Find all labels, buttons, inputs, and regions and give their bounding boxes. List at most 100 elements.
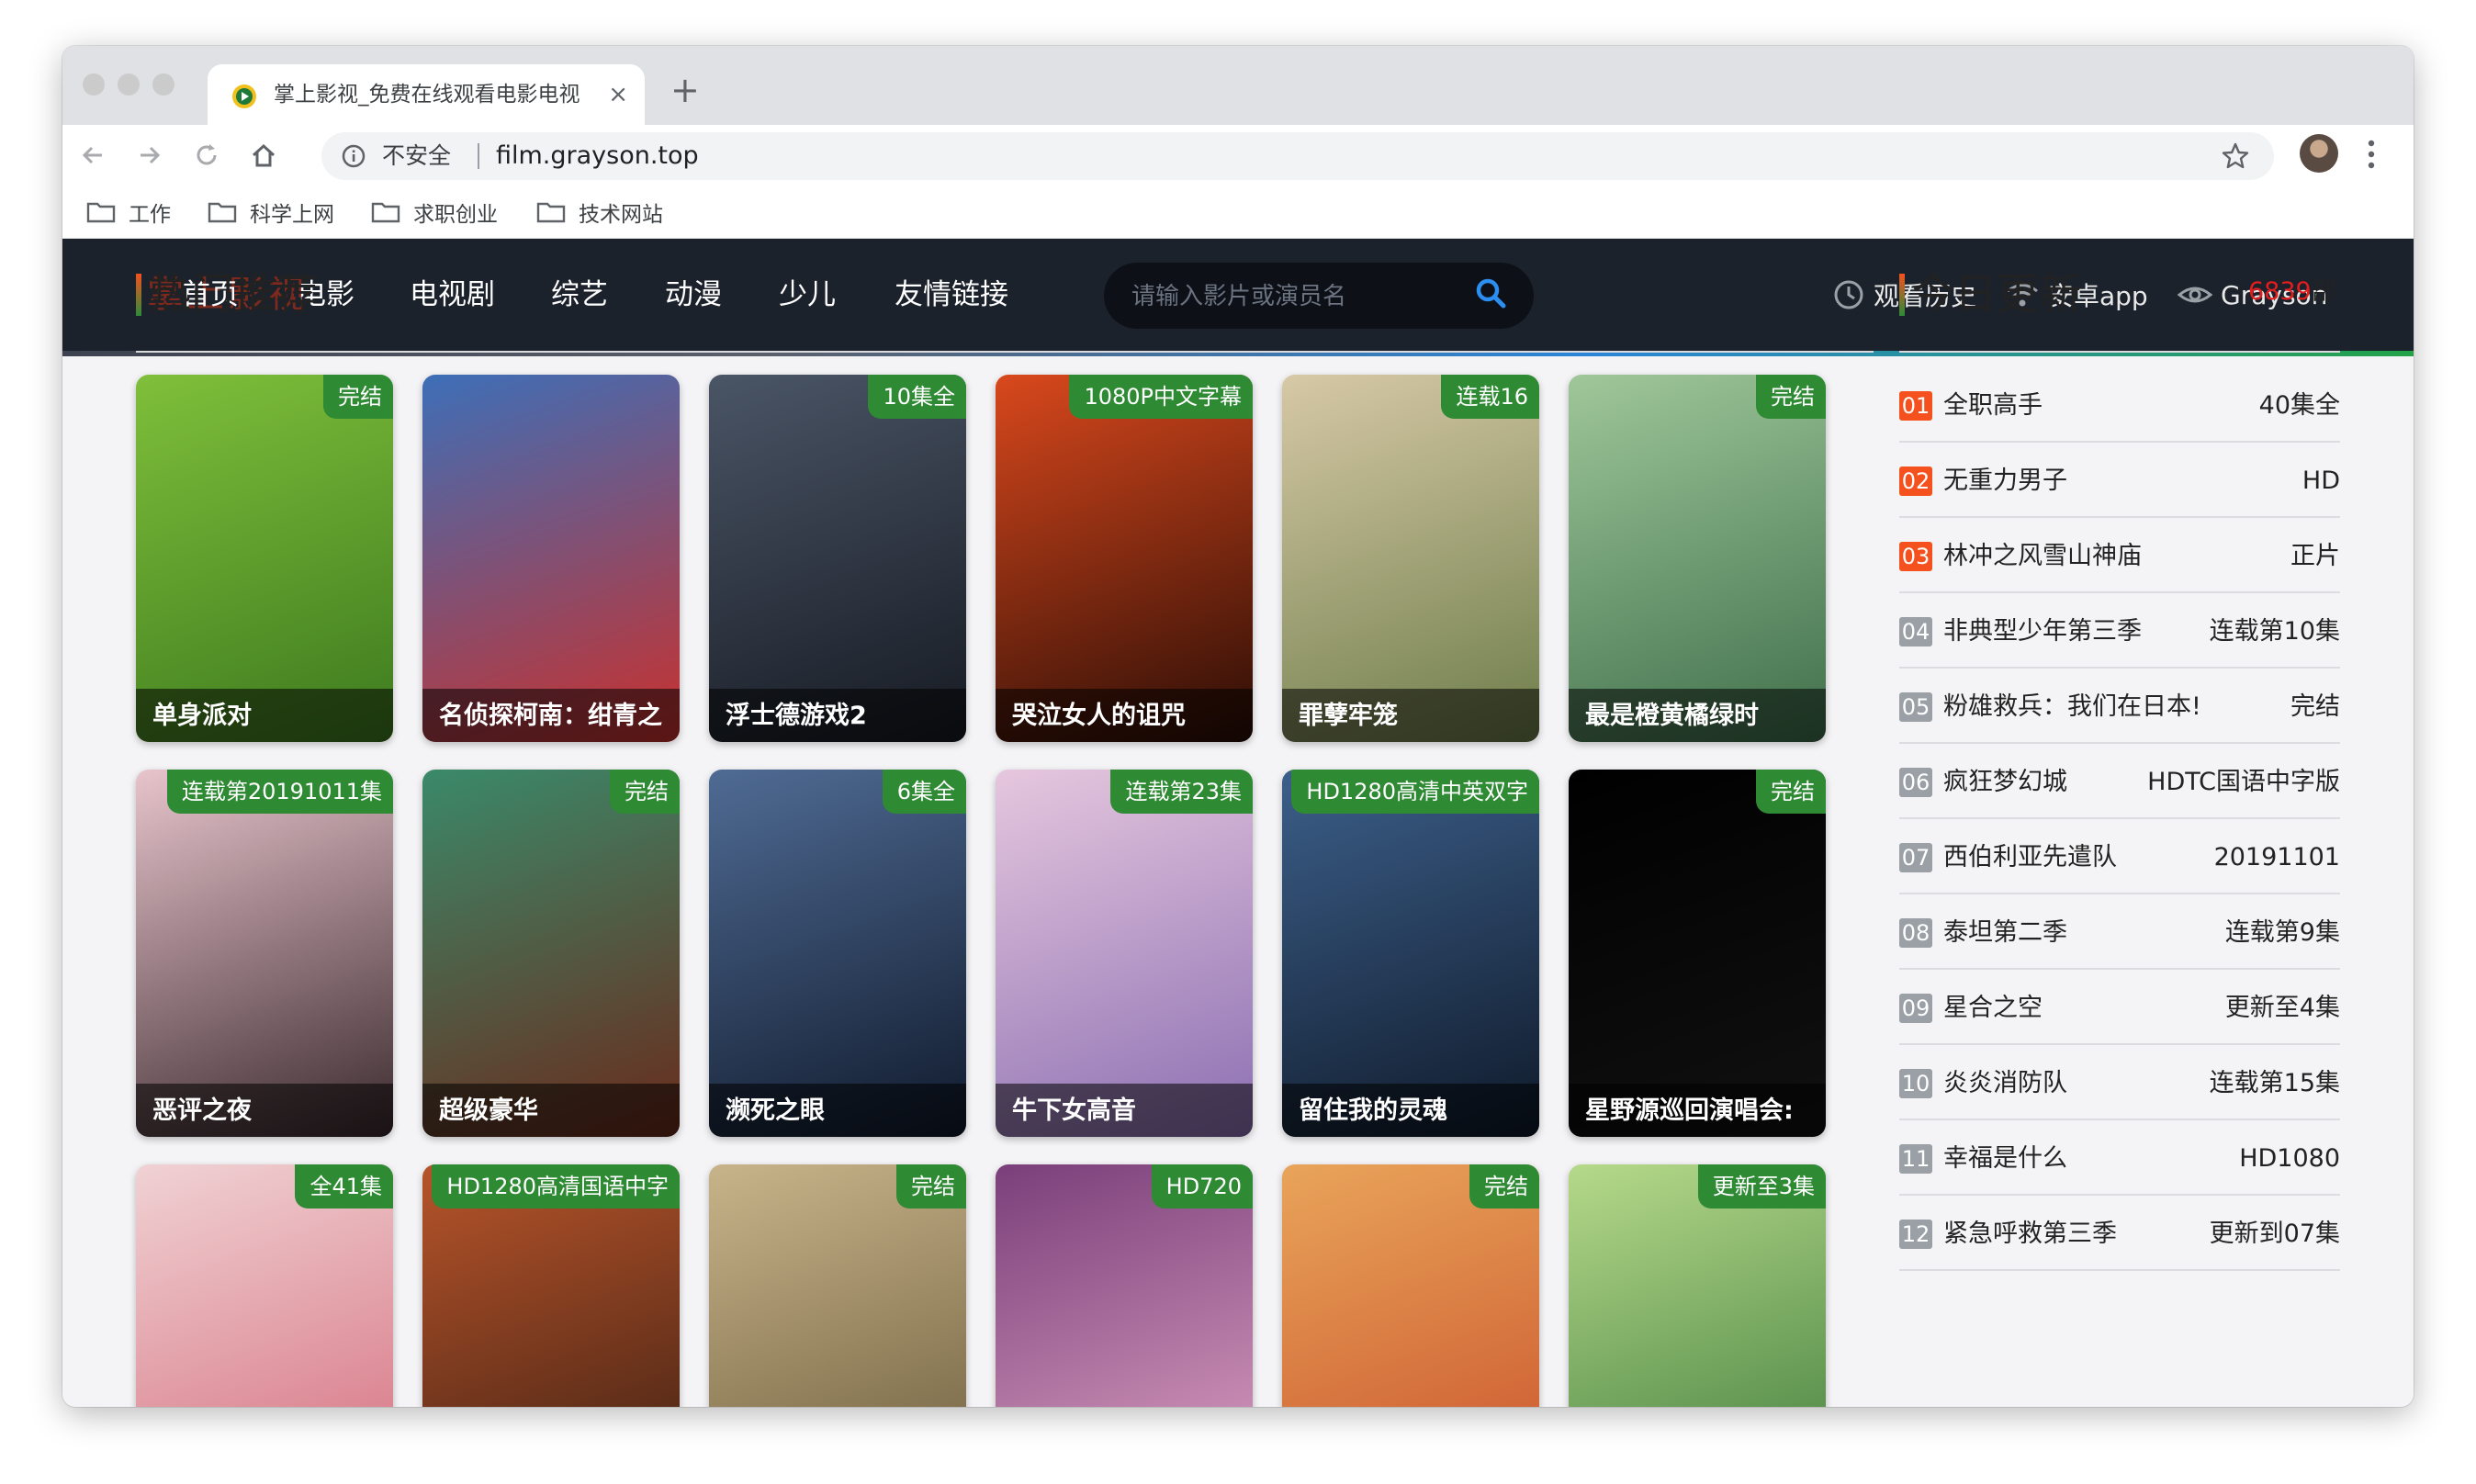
show-status: 正片 <box>2290 542 2340 570</box>
browser-tab[interactable]: 掌上影视_免费在线观看电影电视 × <box>208 64 645 125</box>
movie-card[interactable]: 完结 超级豪华 <box>422 770 680 1137</box>
movie-title[interactable]: 最是橙黄橘绿时 <box>1585 700 1759 733</box>
today-list-item[interactable]: 03 林冲之风雪山神庙 正片 <box>1899 518 2340 593</box>
show-title[interactable]: 泰坦第二季 <box>1943 916 2067 950</box>
movie-card[interactable]: 完结 单身派对 <box>136 375 393 742</box>
window-minimize-dot[interactable] <box>118 73 140 96</box>
movie-card[interactable]: 完结 星野源巡回演唱会: <box>1569 770 1826 1137</box>
today-section-divider <box>1899 351 2340 353</box>
today-list-item[interactable]: 02 无重力男子 HD <box>1899 443 2340 518</box>
movie-card[interactable]: 6集全 濒死之眼 <box>709 770 966 1137</box>
bookmarks-bar: 工作 科学上网 求职创业 技术网站 <box>62 186 2414 239</box>
show-title[interactable]: 西伯利亚先遣队 <box>1943 841 2117 874</box>
movie-title[interactable]: 名侦探柯南：绀青之 <box>439 700 662 733</box>
not-secure-label: 不安全 <box>382 142 452 169</box>
movie-title[interactable]: 星野源巡回演唱会: <box>1585 1095 1794 1128</box>
movie-title[interactable]: 哭泣女人的诅咒 <box>1012 700 1186 733</box>
bookmark-label: 技术网站 <box>579 203 663 227</box>
nav-variety[interactable]: 综艺 <box>551 275 608 314</box>
movie-card[interactable]: 连载第20191011集 恶评之夜 <box>136 770 393 1137</box>
folder-icon <box>86 202 116 223</box>
movie-poster <box>136 770 393 1137</box>
forward-button[interactable] <box>129 134 171 176</box>
movie-title[interactable]: 罪孽牢笼 <box>1299 700 1398 733</box>
movie-card[interactable]: 完结 最是橙黄橘绿时 <box>1569 375 1826 742</box>
movie-title[interactable]: 单身派对 <box>152 700 252 733</box>
movie-card[interactable]: HD1280高清国语中字 <box>422 1164 680 1407</box>
nav-kids[interactable]: 少儿 <box>779 275 836 314</box>
movie-card[interactable]: HD1280高清中英双字 留住我的灵魂 <box>1282 770 1539 1137</box>
movie-status-badge: 全41集 <box>295 1164 393 1209</box>
info-icon[interactable] <box>342 144 366 168</box>
rank-number: 08 <box>1899 918 1932 948</box>
movie-card[interactable]: 1080P中文字幕 哭泣女人的诅咒 <box>996 375 1253 742</box>
show-title[interactable]: 紧急呼救第三季 <box>1943 1218 2117 1251</box>
list-divider <box>1899 1269 2340 1271</box>
today-list-item[interactable]: 05 粉雄救兵：我们在日本! 完结 <box>1899 669 2340 744</box>
tab-close-icon[interactable]: × <box>608 81 628 108</box>
movie-title[interactable]: 浮士德游戏2 <box>726 700 867 733</box>
new-tab-button[interactable]: + <box>670 72 700 108</box>
window-zoom-dot[interactable] <box>152 73 174 96</box>
movie-card[interactable]: 完结 <box>709 1164 966 1407</box>
movie-title[interactable]: 牛下女高音 <box>1012 1095 1136 1128</box>
show-status: 更新至4集 <box>2224 994 2340 1022</box>
movie-title[interactable]: 超级豪华 <box>439 1095 538 1128</box>
back-button[interactable] <box>72 134 114 176</box>
bookmark-folder-science[interactable]: 科学上网 <box>208 197 334 228</box>
show-title[interactable]: 林冲之风雪山神庙 <box>1943 540 2142 573</box>
movie-card[interactable]: 10集全 浮士德游戏2 <box>709 375 966 742</box>
today-list-item[interactable]: 10 炎炎消防队 连载第15集 <box>1899 1045 2340 1120</box>
movie-card[interactable]: HD720 <box>996 1164 1253 1407</box>
today-list-item[interactable]: 09 星合之空 更新至4集 <box>1899 970 2340 1045</box>
today-list-item[interactable]: 06 疯狂梦幻城 HDTC国语中字版 <box>1899 744 2340 819</box>
movie-card[interactable]: 更新至3集 <box>1569 1164 1826 1407</box>
profile-avatar[interactable] <box>2300 134 2338 173</box>
rank-number: 05 <box>1899 692 1932 722</box>
nav-links[interactable]: 友情链接 <box>895 275 1008 314</box>
show-title[interactable]: 全职高手 <box>1943 389 2043 422</box>
window-close-dot[interactable] <box>83 73 105 96</box>
today-list-item[interactable]: 04 非典型少年第三季 连载第10集 <box>1899 593 2340 669</box>
movie-card[interactable]: 连载16 罪孽牢笼 <box>1282 375 1539 742</box>
rank-number: 07 <box>1899 843 1932 872</box>
nav-tv[interactable]: 电视剧 <box>410 275 495 314</box>
movie-title[interactable]: 留住我的灵魂 <box>1299 1095 1447 1128</box>
bookmark-folder-career[interactable]: 求职创业 <box>371 197 498 228</box>
show-title[interactable]: 星合之空 <box>1943 992 2043 1025</box>
home-button[interactable] <box>242 134 285 176</box>
show-title[interactable]: 非典型少年第三季 <box>1943 615 2142 648</box>
movie-card[interactable]: 名侦探柯南：绀青之 <box>422 375 680 742</box>
show-title[interactable]: 疯狂梦幻城 <box>1943 766 2067 799</box>
search-input[interactable]: 请输入影片或演员名 <box>1131 281 1346 312</box>
movie-title[interactable]: 恶评之夜 <box>152 1095 252 1128</box>
today-list-item[interactable]: 11 幸福是什么 HD1080 <box>1899 1120 2340 1196</box>
today-list-item[interactable]: 12 紧急呼救第三季 更新到07集 <box>1899 1196 2340 1271</box>
nav-anime[interactable]: 动漫 <box>665 275 722 314</box>
browser-menu-icon[interactable] <box>2366 136 2377 173</box>
url-text[interactable]: film.grayson.top <box>496 141 699 171</box>
address-bar[interactable]: 不安全 film.grayson.top <box>321 132 2274 180</box>
show-title[interactable]: 粉雄救兵：我们在日本! <box>1943 691 2201 724</box>
show-title[interactable]: 炎炎消防队 <box>1943 1067 2067 1100</box>
folder-icon <box>536 202 566 223</box>
history-clock-icon <box>1834 280 1863 309</box>
bookmark-label: 科学上网 <box>250 203 334 227</box>
bookmark-folder-work[interactable]: 工作 <box>86 197 171 228</box>
today-list-item[interactable]: 08 泰坦第二季 连载第9集 <box>1899 894 2340 970</box>
bookmark-star-icon[interactable] <box>2221 141 2250 171</box>
bookmark-folder-tech[interactable]: 技术网站 <box>536 197 663 228</box>
search-icon[interactable] <box>1473 275 1510 312</box>
today-list-item[interactable]: 01 全职高手 40集全 <box>1899 367 2340 443</box>
movie-status-badge: 完结 <box>896 1164 966 1209</box>
movie-poster <box>422 375 680 742</box>
movie-card[interactable]: 完结 <box>1282 1164 1539 1407</box>
reload-button[interactable] <box>186 134 228 176</box>
today-list-item[interactable]: 07 西伯利亚先遣队 20191101 <box>1899 819 2340 894</box>
show-title[interactable]: 幸福是什么 <box>1943 1142 2067 1175</box>
movie-card[interactable]: 全41集 <box>136 1164 393 1407</box>
movie-title[interactable]: 濒死之眼 <box>726 1095 825 1128</box>
show-title[interactable]: 无重力男子 <box>1943 465 2067 498</box>
movie-card[interactable]: 连载第23集 牛下女高音 <box>996 770 1253 1137</box>
show-status: 连载第15集 <box>2209 1069 2340 1097</box>
